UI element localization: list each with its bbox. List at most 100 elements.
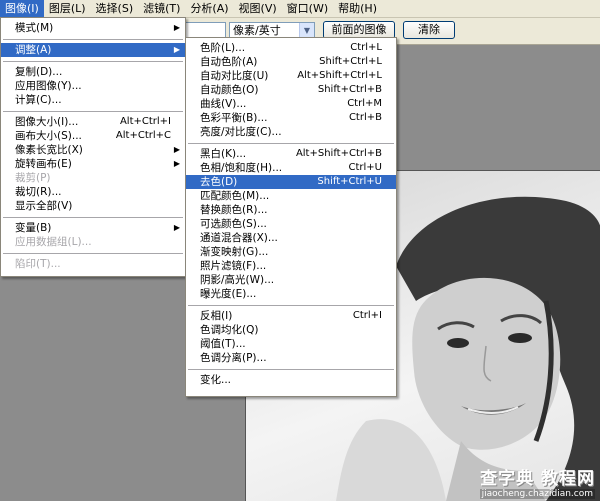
shortcut-label: Ctrl+B [348, 112, 382, 123]
menu-item-channel-mixer[interactable]: 通道混合器(X)... [186, 231, 396, 245]
shortcut-label: Ctrl+L [350, 42, 382, 53]
menu-item-label: 替换颜色(R)... [200, 204, 268, 216]
chevron-down-icon: ▼ [299, 23, 314, 38]
unit-select-value: 像素/英寸 [233, 24, 281, 37]
menu-item-apply-image[interactable]: 应用图像(Y)... [1, 79, 185, 93]
submenu-arrow-icon: ▶ [173, 23, 180, 32]
menu-item-exposure[interactable]: 曝光度(E)... [186, 287, 396, 301]
menu-item-rotate-canvas[interactable]: 旋转画布(E) ▶ [1, 157, 185, 171]
menu-item-label: 调整(A) [15, 44, 52, 56]
menu-item-label: 变量(B) [15, 222, 52, 234]
menu-select[interactable]: 选择(S) [91, 0, 139, 17]
menu-item-reveal-all[interactable]: 显示全部(V) [1, 199, 185, 213]
menu-item-selective-color[interactable]: 可选颜色(S)... [186, 217, 396, 231]
shortcut-label: Shift+Ctrl+U [317, 176, 382, 187]
menu-item-posterize[interactable]: 色调分离(P)... [186, 351, 396, 365]
menu-item-hue-saturation[interactable]: 色相/饱和度(H)... Ctrl+U [186, 161, 396, 175]
shortcut-label: Shift+Ctrl+B [317, 84, 382, 95]
clear-button[interactable]: 清除 [403, 21, 455, 39]
menu-window[interactable]: 窗口(W) [282, 0, 333, 17]
menu-item-label: 阴影/高光(W)... [200, 274, 275, 286]
menu-item-label: 黑白(K)... [200, 148, 247, 160]
menu-item-label: 阈值(T)... [200, 338, 246, 350]
resolution-input[interactable] [180, 22, 226, 38]
menu-item-label: 自动色阶(A) [200, 56, 258, 68]
menu-item-apply-data-set: 应用数据组(L)... [1, 235, 185, 249]
menu-item-calculations[interactable]: 计算(C)... [1, 93, 185, 107]
menu-item-image-size[interactable]: 图像大小(I)... Alt+Ctrl+I [1, 115, 185, 129]
menu-item-label: 显示全部(V) [15, 200, 73, 212]
menubar: 图像(I) 图层(L) 选择(S) 滤镜(T) 分析(A) 视图(V) 窗口(W… [0, 0, 600, 18]
menu-separator [188, 143, 394, 144]
menu-item-auto-color[interactable]: 自动颜色(O) Shift+Ctrl+B [186, 83, 396, 97]
shortcut-label: Ctrl+M [347, 98, 382, 109]
watermark-url: jiaocheng.chazidian.com [479, 489, 595, 499]
menu-item-label: 匹配颜色(M)... [200, 190, 270, 202]
shortcut-label: Ctrl+U [348, 162, 383, 173]
menu-item-brightness-contrast[interactable]: 亮度/对比度(C)... [186, 125, 396, 139]
menu-item-gradient-map[interactable]: 渐变映射(G)... [186, 245, 396, 259]
menu-item-replace-color[interactable]: 替换颜色(R)... [186, 203, 396, 217]
menu-item-desaturate[interactable]: 去色(D) Shift+Ctrl+U [186, 175, 396, 189]
menu-separator [188, 305, 394, 306]
menu-item-label: 可选颜色(S)... [200, 218, 267, 230]
menu-item-label: 色调分离(P)... [200, 352, 267, 364]
menu-help[interactable]: 帮助(H) [333, 0, 382, 17]
menu-image[interactable]: 图像(I) [0, 0, 44, 17]
menu-item-label: 色彩平衡(B)... [200, 112, 268, 124]
menu-filter[interactable]: 滤镜(T) [138, 0, 185, 17]
menu-item-auto-contrast[interactable]: 自动对比度(U) Alt+Shift+Ctrl+L [186, 69, 396, 83]
menu-item-label: 陷印(T)... [15, 258, 61, 270]
submenu-arrow-icon: ▶ [173, 145, 180, 154]
menu-item-trim[interactable]: 裁切(R)... [1, 185, 185, 199]
menu-item-canvas-size[interactable]: 画布大小(S)... Alt+Ctrl+C [1, 129, 185, 143]
menu-item-mode[interactable]: 模式(M) ▶ [1, 21, 185, 35]
submenu-arrow-icon: ▶ [173, 45, 180, 54]
adjust-submenu: 色阶(L)... Ctrl+L 自动色阶(A) Shift+Ctrl+L 自动对比度… [185, 37, 397, 397]
menu-separator [3, 61, 183, 62]
menu-item-label: 画布大小(S)... [15, 130, 82, 142]
menu-item-pixel-aspect[interactable]: 像素长宽比(X) ▶ [1, 143, 185, 157]
menu-separator [3, 111, 183, 112]
menu-item-label: 应用图像(Y)... [15, 80, 82, 92]
menu-item-label: 去色(D) [200, 176, 238, 188]
menu-item-variables[interactable]: 变量(B) ▶ [1, 221, 185, 235]
menu-item-threshold[interactable]: 阈值(T)... [186, 337, 396, 351]
menu-layer[interactable]: 图层(L) [44, 0, 91, 17]
menu-separator [3, 39, 183, 40]
menu-item-label: 曝光度(E)... [200, 288, 257, 300]
menu-item-label: 图像大小(I)... [15, 116, 79, 128]
menu-item-label: 复制(D)... [15, 66, 63, 78]
menu-item-crop: 裁剪(P) [1, 171, 185, 185]
shortcut-label: Alt+Shift+Ctrl+L [297, 70, 382, 81]
shortcut-label: Shift+Ctrl+L [319, 56, 382, 67]
menu-item-label: 裁切(R)... [15, 186, 62, 198]
menu-view[interactable]: 视图(V) [234, 0, 282, 17]
menu-item-variations[interactable]: 变化... [186, 373, 396, 387]
menu-analysis[interactable]: 分析(A) [185, 0, 233, 17]
menu-separator [3, 217, 183, 218]
menu-item-levels[interactable]: 色阶(L)... Ctrl+L [186, 41, 396, 55]
menu-item-shadow-highlight[interactable]: 阴影/高光(W)... [186, 273, 396, 287]
menu-item-auto-levels[interactable]: 自动色阶(A) Shift+Ctrl+L [186, 55, 396, 69]
menu-item-label: 变化... [200, 374, 232, 386]
menu-separator [188, 369, 394, 370]
menu-item-label: 通道混合器(X)... [200, 232, 278, 244]
menu-item-label: 亮度/对比度(C)... [200, 126, 282, 138]
shortcut-label: Alt+Ctrl+I [119, 116, 171, 127]
menu-item-label: 曲线(V)... [200, 98, 247, 110]
menu-item-adjust[interactable]: 调整(A) ▶ [1, 43, 185, 57]
submenu-arrow-icon: ▶ [173, 223, 180, 232]
menu-item-color-balance[interactable]: 色彩平衡(B)... Ctrl+B [186, 111, 396, 125]
menu-item-equalize[interactable]: 色调均化(Q) [186, 323, 396, 337]
menu-item-photo-filter[interactable]: 照片滤镜(F)... [186, 259, 396, 273]
menu-item-curves[interactable]: 曲线(V)... Ctrl+M [186, 97, 396, 111]
menu-item-invert[interactable]: 反相(I) Ctrl+I [186, 309, 396, 323]
menu-item-label: 计算(C)... [15, 94, 62, 106]
menu-item-match-color[interactable]: 匹配颜色(M)... [186, 189, 396, 203]
menu-item-label: 应用数据组(L)... [15, 236, 92, 248]
menu-separator [3, 253, 183, 254]
menu-item-duplicate[interactable]: 复制(D)... [1, 65, 185, 79]
menu-item-label: 渐变映射(G)... [200, 246, 269, 258]
menu-item-black-white[interactable]: 黑白(K)... Alt+Shift+Ctrl+B [186, 147, 396, 161]
